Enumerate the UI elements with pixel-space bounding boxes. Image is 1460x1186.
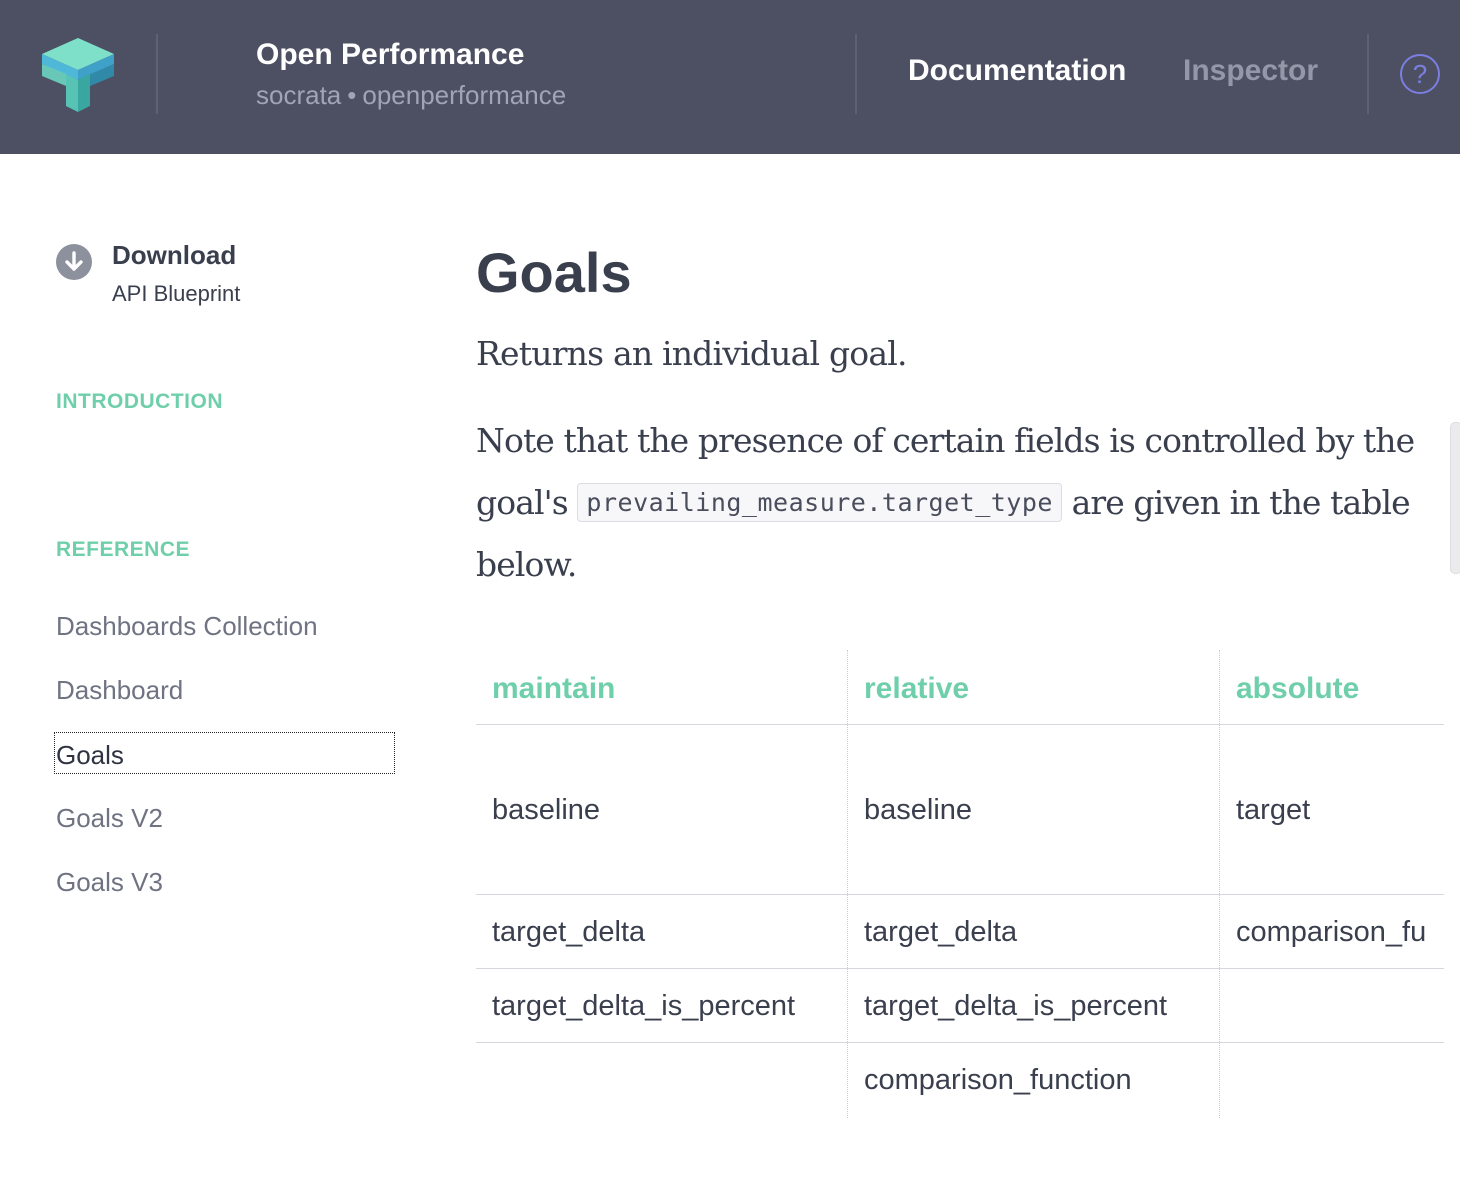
scrollbar-thumb[interactable] <box>1450 422 1460 574</box>
header-relative: relative <box>864 672 970 705</box>
top-bar: Open Performance socrata • openperformance… <box>0 0 1460 154</box>
org-name: socrata <box>256 80 342 110</box>
download-icon[interactable] <box>56 244 92 280</box>
header-divider <box>156 34 158 114</box>
table-cell: comparison_fu <box>1236 916 1427 948</box>
row-divider <box>476 894 1444 895</box>
download-subtitle[interactable]: API Blueprint <box>112 281 240 307</box>
app-title[interactable]: Open Performance <box>256 38 524 72</box>
table-cell: baseline <box>864 794 973 826</box>
inline-code: prevailing_measure.target_type <box>577 483 1062 522</box>
table-cell: comparison_function <box>864 1064 1132 1096</box>
path-separator: • <box>347 80 357 110</box>
row-divider <box>476 1042 1444 1043</box>
row-divider <box>476 968 1444 969</box>
sidebar-item-goals-v2[interactable]: Goals V2 <box>56 803 163 834</box>
page-title: Goals <box>476 241 632 304</box>
header-divider <box>1367 34 1369 114</box>
table-cell: target_delta <box>864 916 1018 948</box>
nav-inspector[interactable]: Inspector <box>1183 54 1318 88</box>
target-type-table: maintain relative absolute baseline base… <box>476 650 1444 1118</box>
sidebar-item-dashboard[interactable]: Dashboard <box>56 675 183 706</box>
sidebar-item-goals-v3[interactable]: Goals V3 <box>56 867 163 898</box>
sidebar-item-goals[interactable]: Goals <box>54 732 395 774</box>
table-cell: target_delta_is_percent <box>864 990 1168 1022</box>
download-link[interactable]: Download <box>112 240 236 271</box>
project-path: socrata • openperformance <box>256 80 566 111</box>
table-cell: target_delta <box>492 916 646 948</box>
sidebar-item-dashboards-collection[interactable]: Dashboards Collection <box>56 611 318 642</box>
column-divider <box>847 650 848 1118</box>
header-maintain: maintain <box>492 672 616 705</box>
header-divider <box>855 34 857 114</box>
header-absolute: absolute <box>1236 672 1360 705</box>
help-icon[interactable]: ? <box>1400 54 1440 94</box>
nav-documentation[interactable]: Documentation <box>908 54 1126 88</box>
column-divider <box>1219 650 1220 1118</box>
table-cell: target_delta_is_percent <box>492 990 796 1022</box>
table-cell: target <box>1236 794 1311 826</box>
section-reference[interactable]: REFERENCE <box>56 538 190 562</box>
project-name: openperformance <box>362 80 567 110</box>
description-paragraph: Note that the presence of certain fields… <box>476 410 1436 596</box>
apiary-logo-icon[interactable] <box>40 36 116 114</box>
table-cell: baseline <box>492 794 601 826</box>
section-introduction[interactable]: INTRODUCTION <box>56 390 223 414</box>
row-divider <box>476 724 1444 725</box>
lead-paragraph: Returns an individual goal. <box>476 334 907 373</box>
